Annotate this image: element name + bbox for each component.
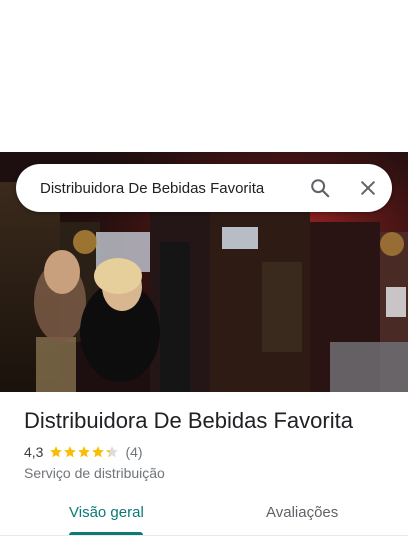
star-icon bbox=[64, 446, 77, 458]
search-button[interactable] bbox=[296, 164, 344, 212]
search-input[interactable]: Distribuidora De Bebidas Favorita bbox=[16, 180, 296, 197]
tabs-divider bbox=[0, 535, 408, 536]
review-count[interactable]: (4) bbox=[125, 444, 142, 460]
place-tabs: Visão geral Avaliações bbox=[0, 496, 408, 536]
close-icon bbox=[361, 181, 375, 195]
star-icon bbox=[78, 446, 91, 458]
close-button[interactable] bbox=[344, 164, 392, 212]
star-rating bbox=[49, 445, 119, 459]
search-icon bbox=[311, 179, 330, 198]
star-icon bbox=[92, 446, 105, 458]
tab-reviews[interactable]: Avaliações bbox=[266, 504, 338, 521]
star-icon bbox=[106, 446, 119, 458]
star-icon bbox=[50, 446, 63, 458]
place-title: Distribuidora De Bebidas Favorita bbox=[24, 408, 353, 433]
search-bar[interactable]: Distribuidora De Bebidas Favorita bbox=[16, 164, 392, 212]
rating-row[interactable]: 4,3 (4) bbox=[24, 444, 143, 460]
map-blank-area bbox=[0, 0, 408, 152]
place-category: Serviço de distribuição bbox=[24, 465, 165, 481]
tab-overview[interactable]: Visão geral bbox=[69, 504, 144, 521]
rating-value: 4,3 bbox=[24, 444, 44, 460]
